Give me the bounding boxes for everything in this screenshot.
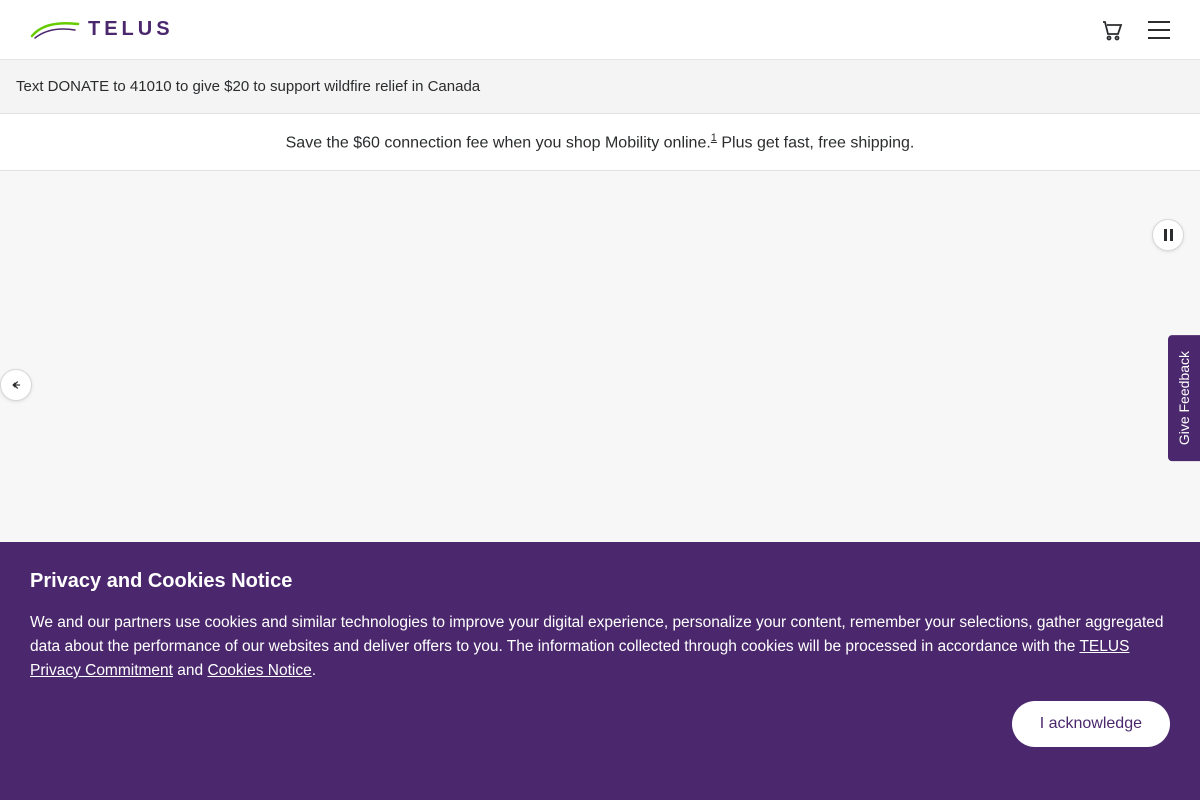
promo-text-after: Plus get fast, free shipping. — [717, 134, 914, 151]
cookie-notice-title: Privacy and Cookies Notice — [30, 570, 1170, 593]
cookie-body-part2: and — [173, 662, 207, 679]
telus-logo[interactable]: TELUS — [30, 18, 174, 42]
telus-swoosh-icon — [30, 18, 80, 42]
carousel-pause-button[interactable] — [1152, 219, 1184, 251]
cookie-body-part3: . — [312, 662, 316, 679]
feedback-label: Give Feedback — [1176, 351, 1192, 445]
hero-carousel — [0, 171, 1200, 591]
cookie-actions: I acknowledge — [30, 701, 1170, 747]
cart-icon[interactable] — [1100, 18, 1124, 42]
cookie-body-part1: We and our partners use cookies and simi… — [30, 614, 1164, 655]
arrow-left-icon — [9, 378, 23, 392]
cookies-notice-link[interactable]: Cookies Notice — [207, 662, 311, 679]
announcement-bar[interactable]: Text DONATE to 41010 to give $20 to supp… — [0, 60, 1200, 114]
promo-bar: Save the $60 connection fee when you sho… — [0, 114, 1200, 171]
hamburger-menu-icon[interactable] — [1148, 21, 1170, 39]
main-header: TELUS — [0, 0, 1200, 60]
pause-icon — [1164, 229, 1173, 241]
header-actions — [1100, 18, 1170, 42]
cookie-notice-body: We and our partners use cookies and simi… — [30, 611, 1170, 683]
telus-wordmark: TELUS — [88, 18, 174, 41]
promo-text-before: Save the $60 connection fee when you sho… — [286, 134, 711, 151]
acknowledge-button[interactable]: I acknowledge — [1012, 701, 1170, 747]
cookie-notice-banner: Privacy and Cookies Notice We and our pa… — [0, 542, 1200, 800]
announcement-text: Text DONATE to 41010 to give $20 to supp… — [16, 78, 480, 95]
carousel-prev-button[interactable] — [0, 369, 32, 401]
feedback-tab[interactable]: Give Feedback — [1168, 335, 1200, 461]
